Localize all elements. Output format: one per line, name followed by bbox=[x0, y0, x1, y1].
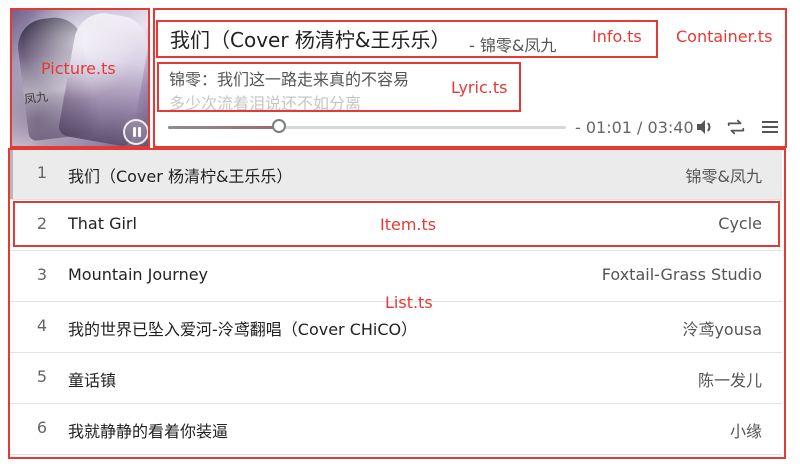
volume-icon[interactable] bbox=[695, 118, 715, 136]
track-title: 我就静静的看着你装逼 bbox=[68, 422, 229, 441]
track-title: 童话镇 bbox=[68, 371, 117, 390]
album-cover: 凤九 bbox=[10, 8, 150, 148]
music-player-screenshot: 凤九 我们（Cover 杨清柠&王乐乐） - 锦零&凤九 锦零：我们这一路走来真… bbox=[0, 0, 800, 469]
cover-seal-text: 凤九 bbox=[23, 89, 49, 107]
track-number: 4 bbox=[36, 316, 48, 335]
track-number: 1 bbox=[36, 163, 48, 182]
track-number: 3 bbox=[36, 265, 48, 284]
track-artist: 泠鸢yousa bbox=[682, 320, 762, 339]
time-display: - 01:01 / 03:40 bbox=[575, 118, 694, 137]
track-number: 5 bbox=[36, 367, 48, 386]
progress-knob[interactable] bbox=[272, 119, 286, 133]
annotation-container-label: Container.ts bbox=[676, 27, 773, 46]
track-number: 2 bbox=[36, 214, 48, 233]
track-title: 我们（Cover 杨清柠&王乐乐） bbox=[68, 167, 293, 186]
playlist-row[interactable]: 5 童话镇 陈一发儿 bbox=[10, 353, 782, 404]
track-title: Mountain Journey bbox=[68, 265, 209, 284]
song-title: 我们（Cover 杨清柠&王乐乐） bbox=[170, 28, 451, 52]
song-artist: - 锦零&凤九 bbox=[469, 36, 557, 55]
track-title: 我的世界已坠入爱河-泠鸢翻唱（Cover CHiCO） bbox=[68, 320, 418, 339]
track-title: That Girl bbox=[68, 214, 137, 233]
track-artist: 锦零&凤九 bbox=[685, 167, 762, 186]
track-artist: 陈一发儿 bbox=[697, 371, 762, 390]
lyric-current-line: 锦零：我们这一路走来真的不容易 bbox=[169, 70, 410, 89]
menu-icon[interactable] bbox=[760, 118, 780, 136]
annotation-lyric-label: Lyric.ts bbox=[451, 78, 508, 97]
track-artist: Foxtail-Grass Studio bbox=[601, 265, 762, 284]
annotation-info-label: Info.ts bbox=[592, 27, 642, 46]
playlist-row[interactable]: 1 我们（Cover 杨清柠&王乐乐） 锦零&凤九 bbox=[10, 149, 782, 200]
playlist-row[interactable]: 6 我就静静的看着你装逼 小缘 bbox=[10, 404, 782, 455]
annotation-list-label: List.ts bbox=[385, 293, 433, 312]
loop-icon[interactable] bbox=[726, 118, 746, 136]
annotation-picture-label: Picture.ts bbox=[41, 59, 116, 78]
track-artist: Cycle bbox=[718, 214, 762, 233]
track-artist: 小缘 bbox=[729, 422, 762, 441]
pause-icon[interactable] bbox=[123, 119, 149, 145]
lyric-next-line: 多少次流着泪说还不如分离 bbox=[169, 94, 362, 113]
progress-track[interactable] bbox=[168, 119, 566, 133]
track-number: 6 bbox=[36, 418, 48, 437]
annotation-item-label: Item.ts bbox=[380, 215, 437, 234]
progress-fill bbox=[168, 126, 279, 129]
